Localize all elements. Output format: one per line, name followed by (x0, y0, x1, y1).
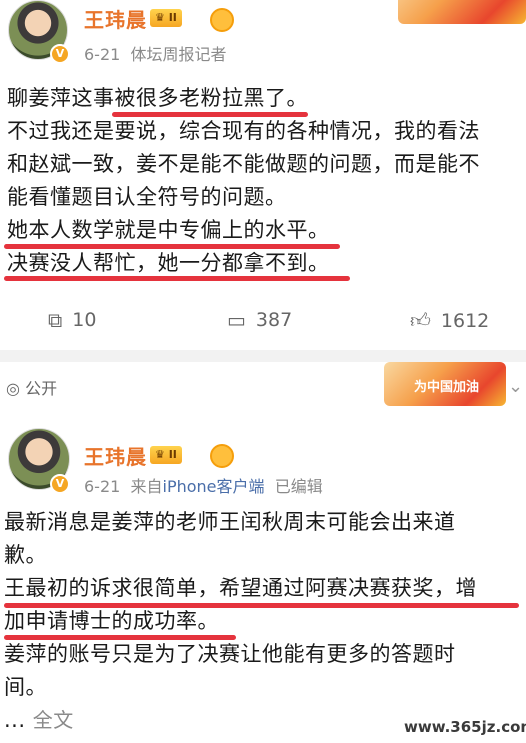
post-line: 加申请博士的成功率。 (4, 609, 219, 633)
post-divider (0, 350, 526, 362)
post-date: 6-21 (84, 45, 121, 64)
post-date: 6-21 (84, 477, 121, 496)
cheer-banner (398, 0, 526, 24)
username[interactable]: 王玮晨 (84, 441, 147, 470)
repost-count: 10 (72, 309, 97, 331)
highlight-underline (112, 112, 308, 117)
level-badge: ♛ II (150, 9, 182, 27)
post-meta: 6-21 来自iPhone客户端 已编辑 (84, 473, 323, 497)
level-badge: ♛ II (150, 446, 182, 464)
post-line: 她本人数学就是中专偏上的水平。 (7, 218, 330, 242)
fan-badge-icon (210, 444, 234, 468)
highlight-underline (4, 244, 340, 249)
like-count: 1612 (440, 309, 490, 332)
level-badge-text: II (168, 11, 177, 24)
source-app-link[interactable]: iPhone客户端 (163, 477, 265, 496)
level-badge-text: II (168, 448, 177, 461)
verified-badge-icon: V (50, 44, 70, 64)
author-title: 体坛周报记者 (130, 45, 227, 64)
post-line: 间。 (4, 675, 47, 699)
post-line: 歉。 (4, 543, 47, 567)
visibility-label: ◎ 公开 (6, 375, 57, 399)
post-line: 能看懂题目认全符号的问题。 (7, 185, 287, 209)
visibility-text: 公开 (25, 379, 58, 398)
ellipsis: ... (4, 708, 26, 732)
repost-icon: ⧉ (48, 308, 63, 332)
chevron-down-icon[interactable]: ⌄ (508, 376, 523, 397)
cheer-banner: 为中国加油 (384, 362, 506, 406)
source-prefix: 来自 (130, 477, 163, 496)
like-button[interactable]: 👍︎ 1612 (410, 308, 489, 333)
verified-badge-icon: V (50, 474, 70, 494)
banner-text: 为中国加油 (414, 380, 480, 395)
post-line: 王最初的诉求很简单，希望通过阿赛决赛获奖，增 (4, 576, 477, 600)
read-more: ... 全文 (4, 704, 74, 737)
post-line: 最新消息是姜萍的老师王闰秋周末可能会出来道 (4, 510, 456, 534)
edited-label: 已编辑 (274, 477, 323, 496)
watermark: www.365jz.com (404, 718, 526, 736)
comment-button[interactable]: ▭ 387 (227, 308, 292, 332)
post-line: 聊姜萍这事被很多老粉拉黑了。 (7, 86, 308, 110)
comment-count: 387 (255, 309, 293, 331)
like-icon: 👍︎ (410, 308, 431, 332)
repost-button[interactable]: ⧉ 10 (48, 308, 96, 332)
globe-icon: ◎ (6, 379, 20, 398)
highlight-underline (4, 603, 519, 608)
read-more-link[interactable]: 全文 (33, 708, 74, 732)
fan-badge-icon (210, 8, 234, 32)
post-line: 姜萍的账号只是为了决赛让他能有更多的答题时 (4, 642, 456, 666)
highlight-underline (4, 276, 350, 281)
crown-icon: ♛ (155, 448, 165, 461)
comment-icon: ▭ (227, 308, 246, 332)
post-line: 不过我还是要说，综合现有的各种情况，我的看法 (7, 119, 480, 143)
username[interactable]: 王玮晨 (84, 4, 147, 33)
post-line: 和赵斌一致，姜不是能不能做题的问题，而是能不 (7, 152, 480, 176)
crown-icon: ♛ (155, 11, 165, 24)
post-meta: 6-21 体坛周报记者 (84, 41, 227, 65)
highlight-underline (4, 635, 236, 640)
